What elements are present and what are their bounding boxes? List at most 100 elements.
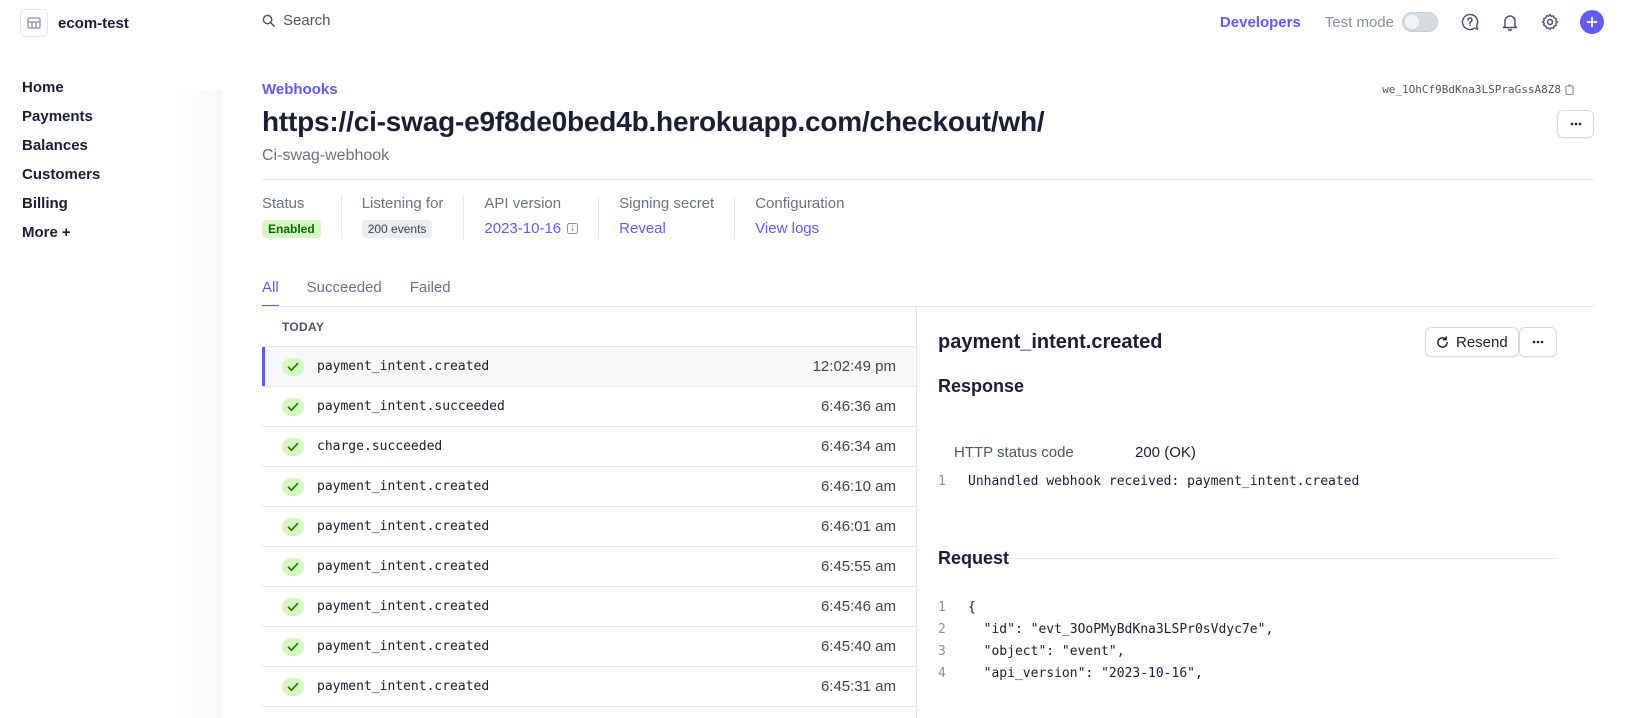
event-type: payment_intent.created [317,359,490,374]
json-comma: , [1265,622,1274,637]
event-row[interactable]: payment_intent.created 6:45:31 am [262,667,916,707]
listening-label: Listening for [361,195,444,212]
line-number: 3 [938,644,946,659]
event-more-button[interactable] [1519,327,1557,357]
test-mode-label: Test mode [1324,13,1394,31]
json-key: "api_version": [968,666,1102,681]
event-type: payment_intent.created [317,479,490,494]
event-type: payment_intent.created [317,599,490,614]
search-icon [262,14,275,27]
endpoint-more-button[interactable] [1557,110,1594,138]
json-key: "object": [968,644,1062,659]
view-logs-link[interactable]: View logs [755,220,844,237]
gear-icon[interactable] [1540,12,1560,32]
event-time: 6:46:01 am [820,518,896,535]
create-plus-icon[interactable] [1580,10,1604,34]
http-status-label: HTTP status code [954,444,1074,461]
event-type: payment_intent.created [317,639,490,654]
api-version-value: 2023-10-16 [484,220,562,237]
nav-item-balances[interactable]: Balances [22,136,100,165]
api-version-link[interactable]: 2023-10-16 [484,220,579,237]
json-value: "event" [1061,644,1117,659]
nav-item-customers[interactable]: Customers [22,165,100,194]
nav-item-billing[interactable]: Billing [22,194,100,223]
event-time: 12:02:49 pm [812,358,896,375]
request-heading: Request [938,548,1010,568]
event-time: 6:45:46 am [820,598,896,615]
event-time: 6:46:34 am [820,438,896,455]
configuration-label: Configuration [755,195,845,212]
event-row[interactable]: payment_intent.created 12:02:49 pm [262,347,916,387]
event-type: payment_intent.succeeded [317,399,505,414]
nav-item-payments[interactable]: Payments [22,107,100,136]
test-mode-toggle[interactable] [1402,12,1438,32]
event-type: payment_intent.created [317,559,490,574]
account-switcher[interactable]: ecom-test [20,9,129,37]
main-nav: Home Payments Balances Customers Billing… [22,78,100,252]
response-body: 1 Unhandled webhook received: payment_in… [938,474,1359,489]
line-number: 1 [938,600,946,615]
event-list: TODAY payment_intent.created 12:02:49 pm p… [262,307,917,718]
page-subtitle: Ci-swag-webhook [262,147,390,164]
developers-link[interactable]: Developers [1220,14,1301,31]
event-row[interactable]: payment_intent.created 6:45:40 am [262,627,916,667]
event-row[interactable] [262,707,916,718]
tab-failed[interactable]: Failed [410,279,451,307]
event-time: 6:45:40 am [820,638,896,655]
event-row[interactable]: payment_intent.created 6:46:01 am [262,507,916,547]
event-row[interactable]: payment_intent.succeeded 6:46:36 am [262,387,916,427]
check-icon [282,437,304,456]
check-icon [282,517,304,536]
plus-small-icon: + [61,224,71,241]
header-divider [262,179,1594,180]
event-time: 6:46:10 am [820,478,896,495]
json-key: "id": [968,622,1031,637]
json-key: { [968,600,976,615]
resend-label: Resend [1456,333,1508,351]
event-title: payment_intent.created [938,331,1163,353]
endpoint-id[interactable]: we_1OhCf9BdKna3LSPraGssA8Z8 [1382,83,1575,96]
event-time: 6:46:36 am [820,398,896,415]
refresh-icon [1437,335,1448,348]
stat-status: Status Enabled [262,195,342,239]
event-row[interactable]: payment_intent.created 6:46:10 am [262,467,916,507]
request-json-line: 1{ [938,600,976,615]
bell-icon[interactable] [1500,12,1520,32]
resend-button[interactable]: Resend [1425,327,1519,357]
stat-listening: Listening for 200 events [361,195,465,239]
search-placeholder: Search [283,12,331,29]
event-time: 6:45:55 am [820,558,896,575]
http-status-value: 200 (OK) [1135,444,1196,461]
line-number: 4 [938,666,946,681]
nav-item-more[interactable]: More + [22,223,100,252]
api-version-label: API version [484,195,562,212]
event-time: 6:45:31 am [820,678,896,695]
event-row[interactable]: payment_intent.created 6:45:46 am [262,587,916,627]
event-detail-panel: payment_intent.created Resend Response H… [918,307,1594,718]
tab-succeeded[interactable]: Succeeded [307,279,382,307]
response-text: Unhandled webhook received: payment_inte… [968,474,1360,489]
copy-icon[interactable] [1565,84,1575,95]
request-json-line: 2 "id": "evt_3OoPMyBdKna3LSPr0sVdyc7e", [938,622,1273,637]
json-comma: , [1116,644,1125,659]
tab-all[interactable]: All [262,279,279,307]
reveal-secret-link[interactable]: Reveal [619,220,714,237]
event-row[interactable]: charge.succeeded 6:46:34 am [262,427,916,467]
response-heading: Response [938,376,1025,396]
stat-signing-secret: Signing secret Reveal [619,195,736,239]
detail-divider [938,558,1557,559]
json-value: "evt_3OoPMyBdKna3LSPr0sVdyc7e" [1030,622,1266,637]
ellipsis-icon [1532,340,1544,344]
event-row[interactable]: payment_intent.created 6:45:55 am [262,547,916,587]
stat-configuration: Configuration View logs [755,195,864,239]
json-comma: , [1194,666,1203,681]
breadcrumb-webhooks[interactable]: Webhooks [262,81,338,98]
line-number: 1 [938,474,946,489]
account-name: ecom-test [58,14,129,32]
search-input[interactable]: Search [262,12,331,29]
request-json-line: 3 "object": "event", [938,644,1125,659]
help-icon[interactable] [1460,12,1480,32]
events-count-badge[interactable]: 200 events [361,220,433,238]
nav-item-home[interactable]: Home [22,78,100,107]
top-actions: Developers Test mode [1220,8,1604,36]
